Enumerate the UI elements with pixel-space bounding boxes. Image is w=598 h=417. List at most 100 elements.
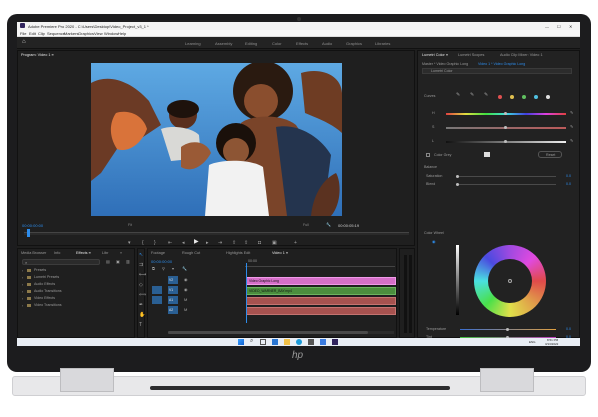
track-select-tool-icon[interactable]: ⇉ xyxy=(139,263,143,268)
mute-icon[interactable]: M xyxy=(184,307,187,312)
type-tool-icon[interactable]: T xyxy=(139,323,142,328)
tab-video-1[interactable]: Video 1 ≡ xyxy=(272,251,288,255)
more-tabs-icon[interactable]: » xyxy=(120,251,122,255)
add-marker-icon[interactable]: ▾ xyxy=(172,266,174,271)
toggle-output-icon[interactable]: ◉ xyxy=(184,287,188,292)
expand-icon[interactable]: › xyxy=(22,290,23,294)
timeline-clip[interactable]: Video Graphic Long xyxy=(246,277,396,285)
expand-icon[interactable]: › xyxy=(22,269,23,273)
eyedropper-icon[interactable]: ✎ xyxy=(484,93,488,98)
maximize-icon[interactable]: ☐ xyxy=(557,24,561,29)
color-grey-swatch[interactable] xyxy=(484,152,490,157)
hue-slider-knob[interactable] xyxy=(504,112,507,115)
color-grey-checkbox[interactable] xyxy=(426,153,430,157)
mark-out-icon[interactable]: } xyxy=(154,241,156,246)
timeline-scroll-thumb[interactable] xyxy=(168,331,368,334)
track-target-a1[interactable] xyxy=(152,296,162,304)
balance-row-value[interactable]: 0.0 xyxy=(566,174,571,178)
luma-slider-knob[interactable] xyxy=(504,140,507,143)
tab-lumetri-color[interactable]: Lumetri Color ≡ xyxy=(422,53,448,57)
mail-icon[interactable] xyxy=(320,339,326,345)
linked-selection-icon[interactable]: ⚲ xyxy=(162,266,165,271)
hue-eyedropper-icon[interactable]: ✎ xyxy=(570,110,573,115)
color-swatch-green[interactable] xyxy=(522,95,526,99)
balance-saturation-knob[interactable] xyxy=(456,175,459,178)
tab-libraries[interactable]: Libr xyxy=(102,251,108,255)
edge-icon[interactable] xyxy=(296,339,302,345)
selection-tool-icon[interactable]: ↖ xyxy=(139,253,143,258)
tab-lumetri-scopes[interactable]: Lumetri Scopes xyxy=(458,53,484,57)
pen-tool-icon[interactable]: ✒ xyxy=(139,303,143,308)
razor-tool-icon[interactable]: ◇ xyxy=(139,283,143,288)
playhead[interactable] xyxy=(27,229,30,237)
program-scrub-bar[interactable] xyxy=(24,232,409,235)
workspace-effects[interactable]: Effects xyxy=(296,41,308,46)
home-icon[interactable]: ⌂ xyxy=(22,39,26,45)
wheel-row-value[interactable]: 0.0 xyxy=(566,327,571,331)
mark-in-icon[interactable]: { xyxy=(142,241,144,246)
eyedropper-icon[interactable]: ✎ xyxy=(456,93,460,98)
step-forward-icon[interactable]: ▸ xyxy=(206,241,209,246)
timeline-clip[interactable] xyxy=(246,307,396,315)
balance-saturation-slider[interactable] xyxy=(456,176,556,177)
ripple-edit-tool-icon[interactable]: ⟷ xyxy=(139,273,146,278)
slip-tool-icon[interactable]: ⟺ xyxy=(139,293,146,298)
tab-effects[interactable]: Effects ≡ xyxy=(76,251,91,255)
go-to-out-icon[interactable]: ⇥ xyxy=(218,241,222,246)
luma-strip[interactable] xyxy=(456,245,459,315)
settings-icon[interactable]: 🔧 xyxy=(326,222,331,227)
menu-graphics[interactable]: Graphics xyxy=(78,31,94,36)
menu-view[interactable]: View xyxy=(94,31,103,36)
menu-markers[interactable]: Markers xyxy=(64,31,78,36)
balance-blend-slider[interactable] xyxy=(456,184,556,185)
program-fit-select[interactable]: Fit xyxy=(128,223,132,227)
lumetri-effect-select[interactable]: Lumetri Color xyxy=(422,68,572,74)
tab-info[interactable]: Info xyxy=(54,251,60,255)
menu-window[interactable]: Window xyxy=(104,31,118,36)
timeline-clip[interactable] xyxy=(246,297,396,305)
balance-row-value[interactable]: 0.0 xyxy=(566,182,571,186)
close-icon[interactable]: ✕ xyxy=(569,24,572,29)
tab-highlights-edit[interactable]: Highlights Edit xyxy=(226,251,250,255)
track-header-a1[interactable]: A1 xyxy=(168,296,178,304)
timeline-scrollbar[interactable] xyxy=(168,331,394,334)
play-icon[interactable]: ▶ xyxy=(194,239,199,245)
menu-file[interactable]: File xyxy=(20,31,26,36)
expand-icon[interactable]: › xyxy=(22,276,23,280)
expand-icon[interactable]: › xyxy=(22,283,23,287)
tab-rough-cut[interactable]: Rough Cut xyxy=(182,251,200,255)
luma-eyedropper-icon[interactable]: ✎ xyxy=(570,138,573,143)
saturation-slider-knob[interactable] xyxy=(504,126,507,129)
widgets-icon[interactable] xyxy=(272,339,278,345)
color-wheel-crosshair[interactable] xyxy=(508,279,512,283)
workspace-audio[interactable]: Audio xyxy=(322,41,332,46)
tab-footage[interactable]: Footage xyxy=(151,251,165,255)
go-to-in-icon[interactable]: ⇤ xyxy=(168,241,172,246)
minimize-icon[interactable]: — xyxy=(545,24,549,29)
temperature-knob[interactable] xyxy=(506,328,509,331)
balance-blend-knob[interactable] xyxy=(456,183,459,186)
add-button-icon[interactable]: + xyxy=(294,241,297,246)
tab-media-browser[interactable]: Media Browser xyxy=(21,251,46,255)
eyedropper-icon[interactable]: ✎ xyxy=(470,93,474,98)
program-timecode-current[interactable]: 00:00:00:00 xyxy=(22,223,43,228)
timeline-clip[interactable]: VIDEO_WARNER_BAY.mp4 xyxy=(246,287,396,295)
menu-help[interactable]: Help xyxy=(118,31,126,36)
mute-icon[interactable]: M xyxy=(184,297,187,302)
track-target-v1[interactable] xyxy=(152,286,162,294)
new-item-icon[interactable]: ▣ xyxy=(116,259,120,264)
extract-icon[interactable]: ⇪ xyxy=(244,241,248,246)
language-indicator[interactable]: ENG xyxy=(529,340,536,344)
add-marker-icon[interactable]: ▾ xyxy=(128,241,131,246)
menu-edit[interactable]: Edit xyxy=(29,31,36,36)
color-swatch-red[interactable] xyxy=(498,95,502,99)
track-header-a2[interactable]: A2 xyxy=(168,306,178,314)
workspace-assembly[interactable]: Assembly xyxy=(215,41,232,46)
snap-icon[interactable]: ⧉ xyxy=(152,266,155,271)
hand-tool-icon[interactable]: ✋ xyxy=(139,313,145,318)
expand-icon[interactable]: › xyxy=(22,297,23,301)
new-bin-icon[interactable]: ▤ xyxy=(106,259,110,264)
search-icon[interactable]: ⌕ xyxy=(250,338,253,345)
workspace-editing[interactable]: Editing xyxy=(245,41,257,46)
effects-search-input[interactable]: ⌕ xyxy=(22,259,100,265)
